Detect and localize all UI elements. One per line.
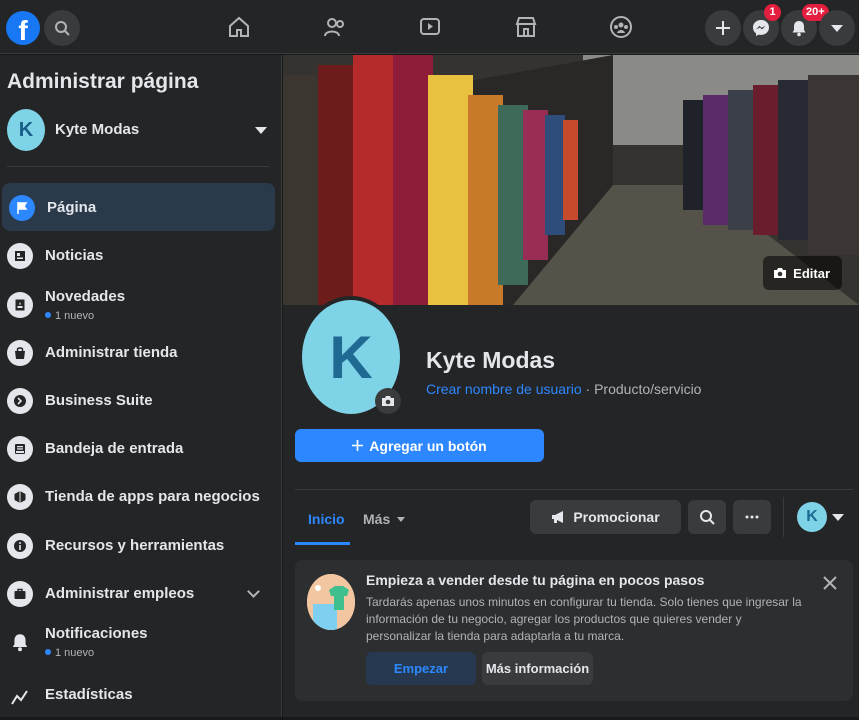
- more-options-button[interactable]: [733, 500, 771, 534]
- sidebar-title: Administrar página: [7, 70, 199, 93]
- sidebar-item-label: Página: [47, 199, 97, 216]
- caret-down-icon: [255, 127, 267, 134]
- promote-button[interactable]: Promocionar: [530, 500, 681, 534]
- plus-icon: [716, 21, 730, 35]
- add-button-button[interactable]: Agregar un botón: [295, 429, 544, 462]
- page-meta: Crear nombre de usuario · Producto/servi…: [426, 381, 701, 397]
- stats-icon: [7, 684, 33, 710]
- sidebar-item-business-suite[interactable]: Business Suite: [0, 376, 276, 424]
- camera-icon: [382, 396, 394, 406]
- page-selector[interactable]: K Kyte Modas: [7, 109, 273, 153]
- sidebar-item-label: Recursos y herramientas: [45, 537, 225, 554]
- sidebar-item-label: Novedades: [45, 288, 126, 305]
- caret-down-icon[interactable]: [832, 514, 844, 521]
- sidebar-item-novedades[interactable]: Novedades 1 nuevo: [0, 280, 276, 328]
- search-page-button[interactable]: [688, 500, 726, 534]
- messenger-badge: 1: [764, 4, 781, 21]
- page-title: Kyte Modas: [426, 347, 556, 373]
- shop-bag-icon: [7, 340, 33, 366]
- chevron-down-icon: [831, 24, 843, 32]
- search-button[interactable]: [44, 10, 80, 46]
- notifications-button[interactable]: 20+: [781, 4, 829, 46]
- search-icon: [55, 21, 70, 36]
- tabs-divider: [295, 489, 853, 490]
- sidebar-item-notificaciones[interactable]: Notificaciones 1 nuevo: [0, 617, 276, 665]
- sidebar-item-label: Administrar empleos: [45, 585, 195, 602]
- sidebar-item-label: Bandeja de entrada: [45, 440, 184, 457]
- sidebar-item-administrar-tienda[interactable]: Administrar tienda: [0, 328, 276, 376]
- vertical-divider: [783, 497, 784, 537]
- add-button-label: Agregar un botón: [369, 437, 487, 454]
- active-tab-indicator: [295, 542, 350, 545]
- promote-label: Promocionar: [573, 509, 660, 525]
- marketplace-icon[interactable]: [513, 14, 539, 40]
- watch-icon[interactable]: [417, 14, 443, 40]
- sidebar-item-tienda-apps[interactable]: Tienda de apps para negocios: [0, 472, 276, 520]
- card-description: Tardarás apenas unos minutos en configur…: [366, 595, 802, 643]
- tab-mas[interactable]: Más: [363, 511, 406, 527]
- sidebar-item-label: Business Suite: [45, 392, 153, 409]
- more-info-button[interactable]: Más información: [482, 652, 593, 685]
- start-selling-card: Empieza a vender desde tu página en poco…: [295, 560, 853, 701]
- sidebar-item-label: Estadísticas: [45, 686, 133, 703]
- news-icon: [7, 243, 33, 269]
- sidebar-item-noticias[interactable]: Noticias: [0, 231, 276, 279]
- sidebar-item-bandeja[interactable]: Bandeja de entrada: [0, 424, 276, 472]
- plus-icon: [352, 440, 364, 451]
- top-navigation-bar: f 1 20+: [0, 0, 859, 54]
- start-button[interactable]: Empezar: [366, 652, 476, 685]
- sidebar-item-pagina[interactable]: Página: [2, 183, 275, 231]
- page-main: Editar K Kyte Modas Crear nombre de usua…: [283, 55, 859, 717]
- page-avatar: K: [7, 109, 45, 151]
- search-icon: [700, 510, 715, 525]
- sidebar-item-label: Notificaciones: [45, 625, 148, 642]
- messenger-icon: [753, 20, 769, 36]
- bell-icon: [792, 21, 806, 37]
- sidebar-item-estadisticas[interactable]: Estadísticas: [0, 672, 276, 720]
- sidebar-divider: [7, 166, 269, 167]
- bell-icon: [7, 629, 33, 655]
- megaphone-icon: [552, 511, 564, 523]
- more-dots-icon: [745, 515, 759, 519]
- acting-as-avatar[interactable]: K: [797, 502, 827, 532]
- profile-section: K Kyte Modas Crear nombre de usuario · P…: [283, 296, 859, 717]
- camera-icon: [774, 268, 787, 278]
- sidebar-item-label: Administrar tienda: [45, 344, 178, 361]
- new-count: 1 nuevo: [45, 310, 94, 322]
- account-menu-button[interactable]: [819, 10, 855, 46]
- briefcase-icon: [7, 581, 33, 607]
- chevron-down-icon: [247, 585, 260, 598]
- tab-mas-label: Más: [363, 511, 391, 527]
- sidebar-item-label: Noticias: [45, 247, 104, 264]
- sidebar-item-empleos[interactable]: Administrar empleos: [0, 569, 276, 617]
- facebook-logo[interactable]: f: [6, 11, 40, 45]
- edit-cover-button[interactable]: Editar: [763, 256, 842, 290]
- sidebar-item-recursos[interactable]: Recursos y herramientas: [0, 521, 276, 569]
- business-suite-icon: [7, 388, 33, 414]
- tab-inicio[interactable]: Inicio: [308, 511, 345, 527]
- page-selector-name: Kyte Modas: [55, 121, 140, 138]
- cover-photo: Editar: [283, 55, 859, 305]
- edit-cover-label: Editar: [793, 265, 830, 281]
- sidebar-item-label: Tienda de apps para negocios: [45, 488, 260, 505]
- sidebar: Administrar página K Kyte Modas Página N…: [0, 55, 282, 717]
- inbox-icon: [7, 436, 33, 462]
- messenger-button[interactable]: 1: [743, 4, 781, 46]
- shop-illustration-icon: [307, 574, 355, 630]
- app-store-icon: [7, 484, 33, 510]
- groups-icon[interactable]: [608, 14, 634, 40]
- new-count: 1 nuevo: [45, 647, 94, 659]
- create-button[interactable]: [705, 10, 741, 46]
- close-icon[interactable]: [823, 576, 837, 590]
- create-username-link[interactable]: Crear nombre de usuario: [426, 381, 582, 397]
- flag-icon: [9, 195, 35, 221]
- friends-icon[interactable]: [322, 14, 348, 40]
- caret-down-icon: [397, 517, 406, 522]
- home-icon[interactable]: [226, 14, 252, 40]
- card-title: Empieza a vender desde tu página en poco…: [366, 572, 705, 588]
- info-icon: [7, 533, 33, 559]
- updates-icon: [7, 292, 33, 318]
- page-category: · Producto/servicio: [581, 381, 702, 397]
- update-avatar-button[interactable]: [375, 388, 401, 414]
